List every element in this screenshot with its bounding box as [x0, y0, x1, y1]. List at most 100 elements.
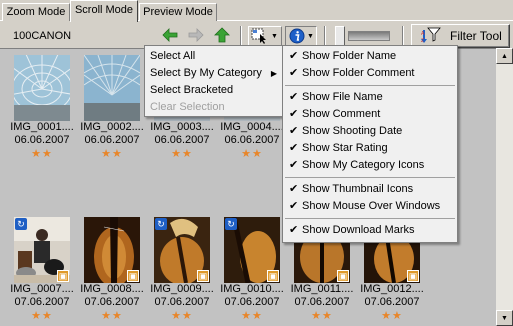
category-icon: ▣ — [407, 270, 419, 282]
chevron-down-icon: ▼ — [271, 32, 278, 40]
menu-item-show-thumbnail-icons[interactable]: ✔ Show Thumbnail Icons — [283, 181, 457, 198]
toolbar-separator — [324, 26, 326, 46]
thumbnail-item[interactable]: ↻ ▣ IMG_0007.... 07.06.2007 ★★ — [8, 217, 76, 323]
thumbnail-item[interactable]: ↻ ▣ IMG_0010.... 07.06.2007 ★★ — [218, 217, 286, 323]
star-rating: ★★ — [101, 310, 123, 322]
thumbnail-image: ↻ ▣ — [224, 217, 280, 283]
thumbnail-size-slider[interactable] — [332, 26, 394, 46]
chevron-down-icon: ▼ — [307, 32, 314, 40]
menu-item-show-folder-comment[interactable]: ✔ Show Folder Comment — [283, 65, 457, 82]
check-icon: ✔ — [289, 125, 299, 137]
check-icon: ✔ — [289, 50, 299, 62]
menu-separator — [285, 218, 455, 219]
menu-item-label: Show Shooting Date — [302, 125, 403, 137]
menu-separator — [285, 85, 455, 86]
menu-item-select-by-my-category[interactable]: Select By My Category ▶ — [145, 65, 283, 82]
slider-track — [348, 31, 390, 41]
menu-item-show-shooting-date[interactable]: ✔ Show Shooting Date — [283, 123, 457, 140]
menu-item-select-bracketed[interactable]: Select Bracketed — [145, 82, 283, 99]
menu-item-show-folder-name[interactable]: ✔ Show Folder Name — [283, 48, 457, 65]
thumbnail-item[interactable]: ▣ IMG_0008.... 07.06.2007 ★★ — [78, 217, 146, 323]
rotate-icon: ↻ — [225, 218, 237, 230]
star-rating: ★★ — [101, 148, 123, 160]
menu-item-show-my-category-icons[interactable]: ✔ Show My Category Icons — [283, 157, 457, 174]
menu-item-label: Show Download Marks — [302, 224, 415, 236]
thumbnail-filename: IMG_0010.... — [220, 283, 284, 295]
select-dropdown-button[interactable]: ▼ — [248, 26, 282, 46]
check-icon: ✔ — [289, 200, 299, 212]
category-icon: ▣ — [57, 270, 69, 282]
check-icon: ✔ — [289, 183, 299, 195]
menu-item-show-star-rating[interactable]: ✔ Show Star Rating — [283, 140, 457, 157]
thumbnail-date: 06.06.2007 — [14, 134, 70, 146]
thumbnail-item[interactable]: IMG_0002.... 06.06.2007 ★★ — [78, 55, 146, 161]
menu-item-show-file-name[interactable]: ✔ Show File Name — [283, 89, 457, 106]
tab-preview-mode[interactable]: Preview Mode — [139, 3, 217, 21]
thumbnail-date: 07.06.2007 — [224, 296, 280, 308]
thumbnail-filename: IMG_0009.... — [150, 283, 214, 295]
check-icon: ✔ — [289, 91, 299, 103]
thumbnail-date: 07.06.2007 — [154, 296, 210, 308]
check-icon: ✔ — [289, 224, 299, 236]
menu-item-label: Show Thumbnail Icons — [302, 183, 414, 195]
arrow-right-icon — [188, 28, 204, 42]
folder-name: 100CANON — [13, 30, 72, 42]
slider-thumb[interactable] — [335, 26, 345, 46]
star-rating: ★★ — [241, 148, 263, 160]
thumbnail-item[interactable]: IMG_0001.... 06.06.2007 ★★ — [8, 55, 76, 161]
thumbnail-image — [84, 55, 140, 121]
menu-item-label: Select By My Category — [150, 67, 262, 79]
thumbnail-image — [14, 55, 70, 121]
star-rating: ★★ — [31, 148, 53, 160]
thumbnail-filename: IMG_0012.... — [360, 283, 424, 295]
thumbnail-date: 06.06.2007 — [224, 134, 280, 146]
back-button[interactable] — [160, 26, 180, 44]
star-rating: ★★ — [311, 310, 333, 322]
tab-scroll-mode[interactable]: Scroll Mode — [70, 0, 138, 22]
arrow-up-icon — [214, 27, 230, 43]
thumbnail-image: ▣ — [84, 217, 140, 283]
thumbnail-date: 07.06.2007 — [14, 296, 70, 308]
star-rating: ★★ — [171, 310, 193, 322]
thumbnail-filename: IMG_0007.... — [10, 283, 74, 295]
info-dropdown-button[interactable]: ▼ — [285, 26, 317, 46]
menu-item-show-mouse-over-windows[interactable]: ✔ Show Mouse Over Windows — [283, 198, 457, 215]
triangle-down-icon: ▼ — [501, 314, 508, 322]
scroll-down-button[interactable]: ▼ — [496, 310, 513, 326]
menu-item-label: Show Mouse Over Windows — [302, 200, 441, 212]
thumbnail-filename: IMG_0004.... — [220, 121, 284, 133]
star-rating: ★★ — [241, 310, 263, 322]
thumbnail-date: 07.06.2007 — [364, 296, 420, 308]
mode-tabs: Zoom Mode Scroll Mode Preview Mode — [0, 0, 513, 22]
thumbnail-date: 07.06.2007 — [294, 296, 350, 308]
menu-item-clear-selection[interactable]: Clear Selection — [145, 99, 283, 116]
star-rating: ★★ — [31, 310, 53, 322]
up-folder-button[interactable] — [212, 26, 232, 44]
menu-item-show-download-marks[interactable]: ✔ Show Download Marks — [283, 222, 457, 239]
triangle-up-icon: ▲ — [501, 52, 508, 60]
tab-zoom-mode[interactable]: Zoom Mode — [2, 3, 70, 21]
thumbnail-item[interactable]: ↻ ▣ IMG_0009.... 07.06.2007 ★★ — [148, 217, 216, 323]
rotate-icon: ↻ — [15, 218, 27, 230]
menu-item-label: Show Star Rating — [302, 142, 388, 154]
category-icon: ▣ — [127, 270, 139, 282]
menu-item-label: Show File Name — [302, 91, 383, 103]
rotate-icon: ↻ — [155, 218, 167, 230]
vertical-scrollbar[interactable]: ▲ ▼ — [496, 48, 513, 326]
star-rating: ★★ — [171, 148, 193, 160]
menu-item-label: Show Folder Comment — [302, 67, 415, 79]
menu-item-label: Show Folder Name — [302, 50, 397, 62]
forward-button[interactable] — [186, 26, 206, 44]
thumbnail-date: 06.06.2007 — [154, 134, 210, 146]
filter-icon: A Z — [421, 27, 441, 44]
menu-item-select-all[interactable]: Select All — [145, 48, 283, 65]
scroll-up-button[interactable]: ▲ — [496, 48, 513, 64]
thumbnail-date: 06.06.2007 — [84, 134, 140, 146]
menu-item-show-comment[interactable]: ✔ Show Comment — [283, 106, 457, 123]
category-icon: ▣ — [337, 270, 349, 282]
thumbnail-date: 07.06.2007 — [84, 296, 140, 308]
thumbnail-filename: IMG_0008.... — [80, 283, 144, 295]
category-icon: ▣ — [197, 270, 209, 282]
toolbar-separator — [240, 26, 242, 46]
check-icon: ✔ — [289, 159, 299, 171]
